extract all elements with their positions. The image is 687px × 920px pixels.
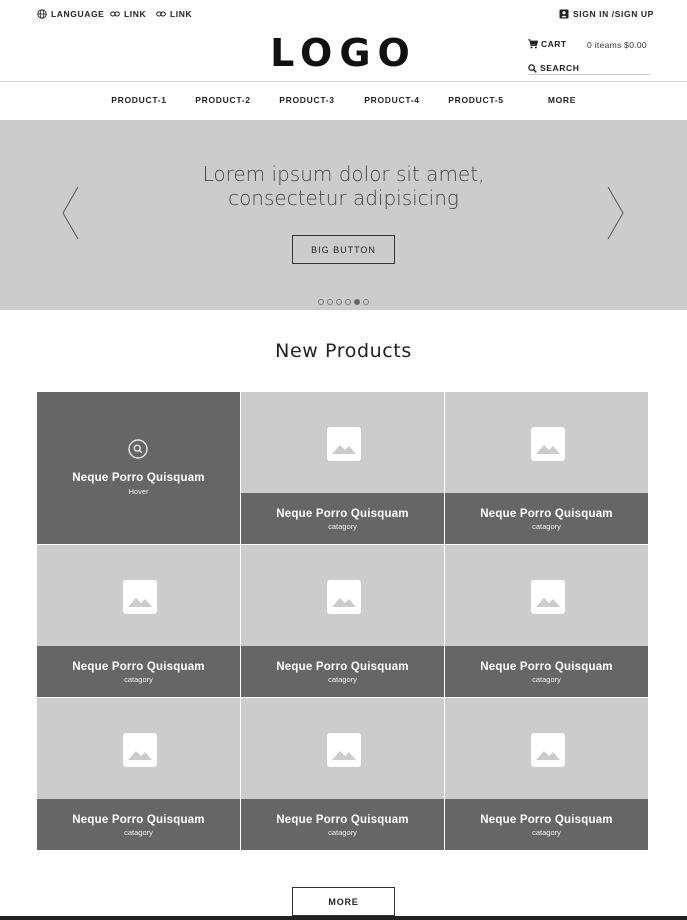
product-caption: Neque Porro Quisquam catagory (241, 493, 444, 544)
hero-slider: Lorem ipsum dolor sit amet, consectetur … (0, 120, 687, 310)
product-category: catagory (328, 522, 357, 531)
product-caption: Neque Porro Quisquam catagory (241, 646, 444, 697)
slider-dot[interactable] (354, 299, 360, 305)
product-title: Neque Porro Quisquam (480, 508, 613, 520)
product-title: Neque Porro Quisquam (480, 661, 613, 673)
product-caption: Neque Porro Quisquam catagory (445, 646, 648, 697)
product-category: catagory (532, 522, 561, 531)
product-card[interactable]: Neque Porro Quisquam catagory (37, 698, 240, 850)
product-title: Neque Porro Quisquam (480, 814, 613, 826)
product-title: Neque Porro Quisquam (276, 814, 409, 826)
product-caption: Neque Porro Quisquam catagory (445, 799, 648, 850)
link-1-label: LINK (124, 9, 147, 19)
product-title: Neque Porro Quisquam (72, 472, 205, 484)
globe-icon (37, 9, 47, 19)
search-label: SEARCH (540, 63, 580, 73)
product-caption: Neque Porro Quisquam catagory (241, 799, 444, 850)
product-subtitle: Hover (128, 487, 149, 496)
bottom-border (0, 916, 687, 920)
image-placeholder-icon (531, 427, 565, 461)
slider-dot[interactable] (327, 299, 333, 305)
product-card[interactable]: Neque Porro Quisquam catagory (241, 392, 444, 544)
more-button[interactable]: MORE (292, 887, 395, 916)
sign-in-label: SIGN IN /SIGN UP (573, 9, 654, 19)
top-utility-bar: LANGUAGE LINK LINK SIGN IN /SIGN UP (0, 0, 687, 30)
language-label: LANGUAGE (51, 9, 105, 19)
link-1[interactable]: LINK (110, 9, 146, 19)
product-category: catagory (328, 828, 357, 837)
hero-headline: Lorem ipsum dolor sit amet, consectetur … (0, 162, 687, 210)
cart-label: CART (541, 39, 567, 49)
link-icon (110, 11, 120, 17)
slider-dot[interactable] (363, 299, 369, 305)
product-card[interactable]: Neque Porro Quisquam catagory (445, 392, 648, 544)
main-nav: PRODUCT-1 PRODUCT-2 PRODUCT-3 PRODUCT-4 … (0, 82, 687, 120)
image-placeholder-icon (327, 427, 361, 461)
account-icon (559, 9, 569, 19)
sign-in-link[interactable]: SIGN IN /SIGN UP (559, 9, 654, 19)
product-category: catagory (124, 675, 153, 684)
big-button[interactable]: BIG BUTTON (292, 235, 395, 264)
nav-item-product-1[interactable]: PRODUCT-1 (111, 95, 166, 105)
image-placeholder-icon (531, 580, 565, 614)
slider-dot[interactable] (345, 299, 351, 305)
language-selector[interactable]: LANGUAGE (37, 9, 104, 19)
nav-item-product-5[interactable]: PRODUCT-5 (448, 95, 503, 105)
nav-item-product-2[interactable]: PRODUCT-2 (195, 95, 250, 105)
product-category: catagory (328, 675, 357, 684)
product-card[interactable]: Neque Porro Quisquam catagory (445, 545, 648, 697)
slider-dots (0, 299, 687, 305)
product-category: catagory (532, 828, 561, 837)
product-title: Neque Porro Quisquam (276, 661, 409, 673)
slider-dot[interactable] (318, 299, 324, 305)
nav-item-more[interactable]: MORE (548, 95, 576, 105)
product-card[interactable]: Neque Porro Quisquam catagory (37, 545, 240, 697)
section-title: New Products (275, 340, 412, 362)
nav-item-product-4[interactable]: PRODUCT-4 (364, 95, 419, 105)
image-placeholder-icon (123, 580, 157, 614)
product-title: Neque Porro Quisquam (276, 508, 409, 520)
product-grid: Neque Porro Quisquam Hover Neque Porro Qui… (37, 392, 650, 852)
link-icon (156, 11, 166, 17)
product-category: catagory (532, 675, 561, 684)
image-placeholder-icon (327, 580, 361, 614)
product-card[interactable]: Neque Porro Quisquam catagory (241, 545, 444, 697)
product-category: catagory (124, 828, 153, 837)
product-caption: Neque Porro Quisquam catagory (37, 799, 240, 850)
image-placeholder-icon (327, 733, 361, 767)
product-title: Neque Porro Quisquam (72, 661, 205, 673)
search-icon (528, 63, 537, 73)
search-input[interactable]: SEARCH (528, 62, 650, 75)
nav-item-product-3[interactable]: PRODUCT-3 (279, 95, 334, 105)
cart-icon (528, 39, 538, 49)
slider-dot[interactable] (336, 299, 342, 305)
product-caption: Neque Porro Quisquam catagory (37, 646, 240, 697)
product-card[interactable]: Neque Porro Quisquam catagory (241, 698, 444, 850)
cart-link[interactable]: CART (528, 39, 567, 49)
hero-headline-line-2: consectetur adipisicing (228, 186, 459, 210)
product-caption: Neque Porro Quisquam catagory (445, 493, 648, 544)
cart-total: 0 iteams $0.00 (587, 40, 647, 50)
hero-headline-line-1: Lorem ipsum dolor sit amet, (202, 162, 485, 186)
link-2[interactable]: LINK (156, 9, 192, 19)
image-placeholder-icon (531, 733, 565, 767)
product-title: Neque Porro Quisquam (72, 814, 205, 826)
zoom-icon[interactable] (128, 439, 148, 459)
image-placeholder-icon (123, 733, 157, 767)
link-2-label: LINK (170, 9, 193, 19)
product-card-hover[interactable]: Neque Porro Quisquam Hover (37, 392, 240, 544)
product-card[interactable]: Neque Porro Quisquam catagory (445, 698, 648, 850)
